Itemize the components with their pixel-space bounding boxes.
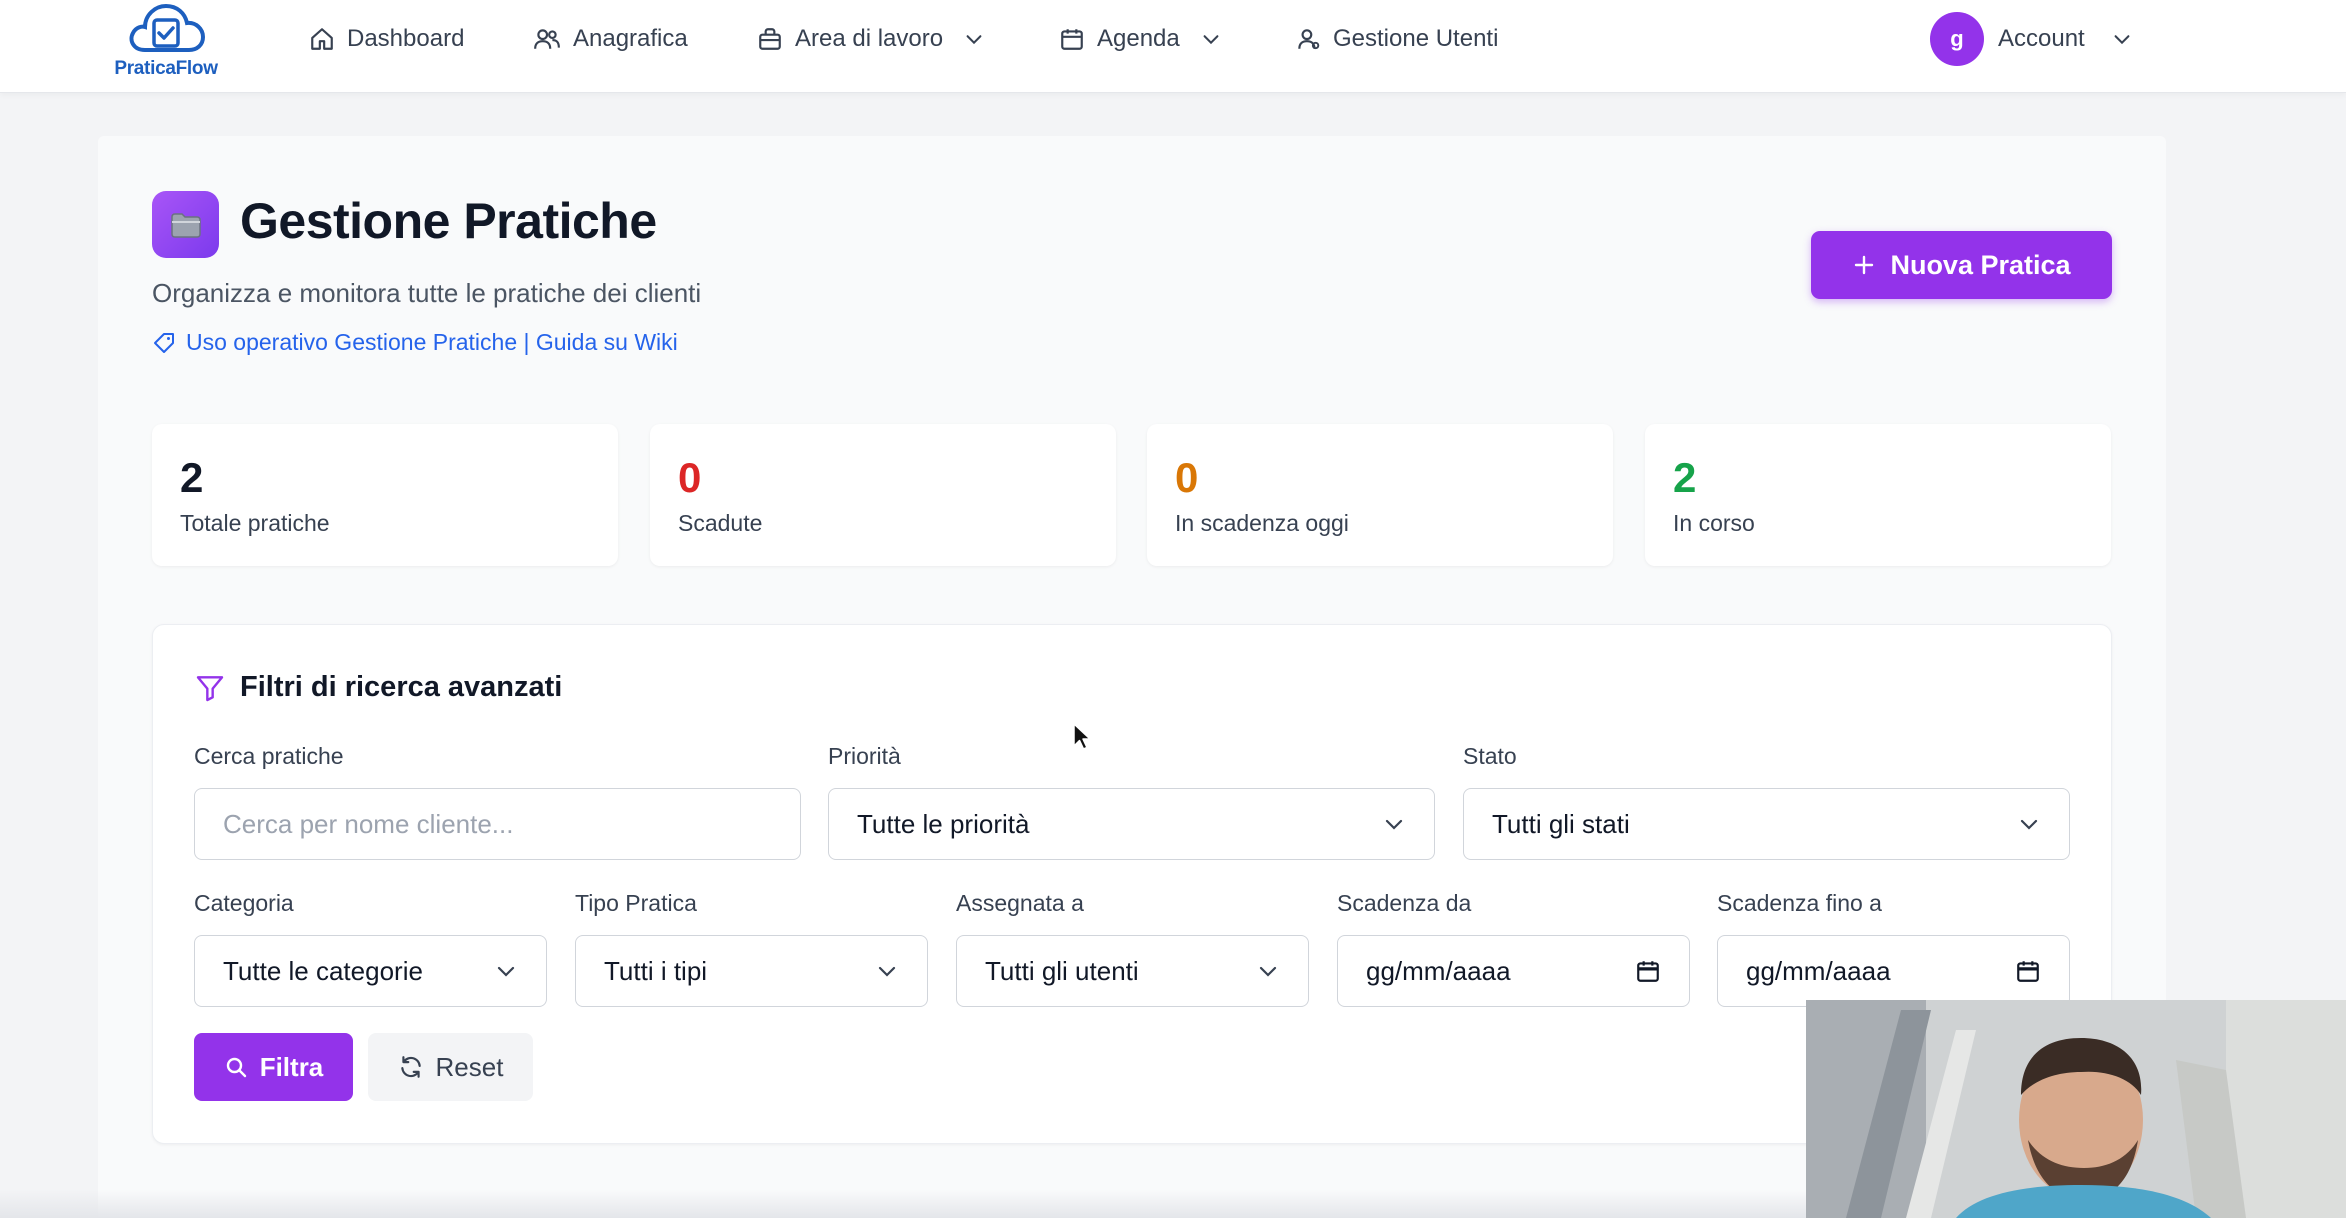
nav-item-anagrafica[interactable]: Anagrafica [533, 18, 688, 60]
filter-icon [196, 675, 224, 701]
tag-icon [154, 332, 174, 353]
nav-item-gestione-utenti[interactable]: Gestione Utenti [1295, 18, 1498, 60]
due-to-placeholder: gg/mm/aaaa [1746, 955, 1891, 986]
webcam-person-image [1806, 1000, 2346, 1218]
briefcase-icon [759, 28, 781, 50]
brand-name: PraticaFlow [114, 58, 218, 79]
chevron-down-icon [1259, 966, 1277, 977]
page-subtitle: Organizza e monitora tutte le pratiche d… [152, 278, 702, 308]
status-select[interactable]: Tutti gli stati [1463, 788, 2070, 860]
stat-value: 0 [1175, 454, 1199, 501]
due-from-label: Scadenza da [1337, 890, 1472, 916]
reset-button[interactable]: Reset [368, 1033, 533, 1101]
chevron-down-icon [1385, 819, 1403, 830]
stat-card-due-today: 0 In scadenza oggi [1147, 424, 1613, 566]
nav-item-agenda[interactable]: Agenda [1059, 18, 1222, 60]
calendar-icon [1061, 29, 1083, 50]
stat-label: Scadute [678, 510, 763, 536]
category-value: Tutte le categorie [223, 955, 423, 986]
stat-card-in-progress: 2 In corso [1645, 424, 2111, 566]
nav-item-label: Area di lavoro [795, 25, 944, 52]
user-cog-icon [1298, 29, 1320, 50]
assigned-label: Assegnata a [956, 890, 1084, 916]
stat-label: In corso [1673, 510, 1755, 536]
folder-icon [152, 191, 219, 258]
top-navbar: PraticaFlow Dashboard Anagrafica Area di… [0, 0, 2346, 93]
chevron-down-icon [966, 35, 982, 45]
status-label: Stato [1463, 743, 1517, 769]
status-value: Tutti gli stati [1492, 808, 1630, 839]
wiki-guide-link[interactable]: Uso operativo Gestione Pratiche | Guida … [152, 329, 678, 356]
stat-card-overdue: 0 Scadute [650, 424, 1116, 566]
webcam-overlay [1806, 1000, 2346, 1218]
type-select[interactable]: Tutti i tipi [575, 935, 928, 1007]
due-to-label: Scadenza fino a [1717, 890, 1882, 916]
nav-item-label: Agenda [1097, 25, 1180, 52]
due-from-placeholder: gg/mm/aaaa [1366, 955, 1511, 986]
type-label: Tipo Pratica [575, 890, 697, 916]
account-label: Account [1998, 25, 2085, 52]
priority-label: Priorità [828, 743, 901, 769]
search-placeholder: Cerca per nome cliente... [223, 808, 514, 839]
stat-label: Totale pratiche [180, 510, 330, 536]
cloud-check-icon [129, 3, 206, 52]
page-title: Gestione Pratiche [240, 193, 657, 249]
search-label: Cerca pratiche [194, 743, 344, 769]
users-icon [534, 29, 560, 49]
refresh-icon [400, 1056, 421, 1078]
priority-select[interactable]: Tutte le priorità [828, 788, 1435, 860]
due-from-date-input[interactable]: gg/mm/aaaa [1337, 935, 1690, 1007]
new-pratica-label: Nuova Pratica [1890, 249, 2071, 280]
new-pratica-button[interactable]: Nuova Pratica [1811, 231, 2112, 299]
chevron-down-icon [2020, 819, 2038, 830]
nav-item-label: Gestione Utenti [1333, 25, 1499, 52]
nav-item-dashboard[interactable]: Dashboard [309, 18, 464, 60]
nav-item-area-di-lavoro[interactable]: Area di lavoro [757, 18, 985, 60]
wiki-link-label: Uso operativo Gestione Pratiche | Guida … [186, 329, 678, 355]
stat-value: 2 [180, 454, 204, 501]
due-to-date-input[interactable]: gg/mm/aaaa [1717, 935, 2070, 1007]
chevron-down-icon [878, 966, 896, 977]
assigned-value: Tutti gli utenti [985, 955, 1139, 986]
chevron-down-icon [1203, 35, 1219, 45]
mouse-cursor-icon [1073, 723, 1091, 750]
nav-item-label: Anagrafica [573, 25, 688, 52]
stat-value: 0 [678, 454, 702, 501]
category-label: Categoria [194, 890, 294, 916]
account-menu[interactable]: g Account [1930, 12, 2133, 66]
calendar-icon[interactable] [1635, 958, 1661, 984]
search-input[interactable]: Cerca per nome cliente... [194, 788, 801, 860]
filter-button-label: Filtra [259, 1051, 324, 1082]
filters-heading: Filtri di ricerca avanzati [194, 671, 562, 704]
stat-card-total: 2 Totale pratiche [152, 424, 618, 566]
stat-value: 2 [1673, 454, 1697, 501]
chevron-down-icon [497, 966, 515, 977]
calendar-icon[interactable] [2015, 958, 2041, 984]
stat-label: In scadenza oggi [1175, 510, 1349, 536]
category-select[interactable]: Tutte le categorie [194, 935, 547, 1007]
filter-button[interactable]: Filtra [194, 1033, 353, 1101]
reset-button-label: Reset [435, 1051, 504, 1082]
home-icon [311, 28, 333, 50]
filters-title: Filtri di ricerca avanzati [240, 671, 563, 703]
bottom-edge-shadow [0, 1190, 1806, 1218]
avatar: g [1930, 12, 1984, 66]
search-icon [226, 1057, 246, 1078]
priority-value: Tutte le priorità [857, 808, 1030, 839]
brand-logo[interactable]: PraticaFlow [106, 0, 226, 80]
nav-item-label: Dashboard [347, 25, 465, 52]
plus-icon [1855, 255, 1874, 275]
chevron-down-icon [2114, 35, 2130, 45]
assigned-select[interactable]: Tutti gli utenti [956, 935, 1309, 1007]
type-value: Tutti i tipi [604, 955, 708, 986]
